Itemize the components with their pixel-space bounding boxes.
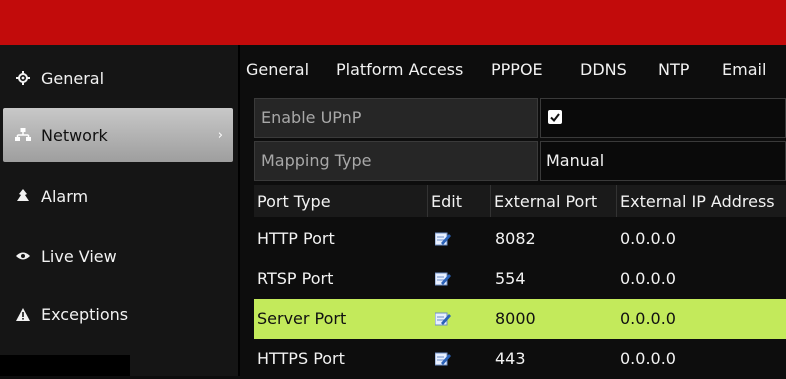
eye-icon: [3, 251, 41, 261]
mapping-type-row: Mapping Type Manual: [254, 141, 786, 181]
edit-icon[interactable]: [434, 311, 451, 326]
port-type-cell: HTTPS Port: [257, 349, 345, 368]
tab-general[interactable]: General: [246, 60, 309, 79]
top-banner: [0, 0, 786, 45]
external-ip-cell: 0.0.0.0: [620, 229, 676, 248]
warning-icon: [3, 307, 41, 321]
col-external-port: External Port: [490, 185, 616, 217]
table-row-selected[interactable]: Server Port 8000 0.0.0.0: [254, 299, 786, 339]
external-port-cell: 8082: [495, 229, 536, 248]
upnp-checkbox[interactable]: [548, 110, 562, 124]
chevron-right-icon: ›: [217, 127, 223, 143]
tab-pppoe[interactable]: PPPOE: [491, 60, 543, 79]
tab-email[interactable]: Email: [722, 60, 766, 79]
col-edit: Edit: [427, 185, 490, 217]
sidebar-item-network[interactable]: Network ›: [3, 108, 233, 162]
external-port-cell: 443: [495, 349, 526, 368]
external-ip-cell: 0.0.0.0: [620, 269, 676, 288]
col-external-ip: External IP Address: [616, 185, 786, 217]
tab-platform-access[interactable]: Platform Access: [336, 60, 463, 79]
sidebar-item-general[interactable]: General: [3, 51, 233, 105]
external-port-cell: 554: [495, 269, 526, 288]
tab-ddns[interactable]: DDNS: [580, 60, 627, 79]
sidebar-item-label: General: [41, 68, 105, 88]
sidebar-footer: [0, 355, 130, 376]
sidebar-item-label: Network: [41, 125, 108, 145]
table-row[interactable]: HTTP Port 8082 0.0.0.0: [254, 219, 786, 259]
external-ip-cell: 0.0.0.0: [620, 349, 676, 368]
sidebar-item-label: Exceptions: [41, 304, 129, 324]
table-header: Port Type Edit External Port External IP…: [254, 185, 786, 217]
upnp-label: Enable UPnP: [254, 98, 538, 138]
upnp-value-cell: [540, 98, 786, 138]
external-ip-cell: 0.0.0.0: [620, 309, 676, 328]
gear-icon: [3, 71, 41, 85]
port-type-cell: HTTP Port: [257, 229, 335, 248]
sidebar-item-label: Alarm: [41, 186, 89, 206]
port-type-cell: Server Port: [257, 309, 347, 328]
sidebar-item-label: Live View: [41, 246, 117, 266]
external-port-cell: 8000: [495, 309, 536, 328]
sidebar-item-live-view[interactable]: Live View: [3, 229, 233, 283]
upnp-row: Enable UPnP: [254, 98, 786, 138]
table-row[interactable]: RTSP Port 554 0.0.0.0: [254, 259, 786, 299]
table-row[interactable]: HTTPS Port 443 0.0.0.0: [254, 339, 786, 379]
alarm-icon: [3, 189, 41, 203]
edit-icon[interactable]: [434, 231, 451, 246]
network-icon: [3, 128, 41, 142]
mapping-type-select[interactable]: Manual: [540, 141, 786, 181]
edit-icon[interactable]: [434, 351, 451, 366]
edit-icon[interactable]: [434, 271, 451, 286]
port-type-cell: RTSP Port: [257, 269, 334, 288]
col-port-type: Port Type: [257, 192, 331, 211]
sidebar-item-alarm[interactable]: Alarm: [3, 169, 233, 223]
tab-ntp[interactable]: NTP: [658, 60, 689, 79]
sidebar-item-exceptions[interactable]: Exceptions: [3, 287, 233, 341]
mapping-type-label: Mapping Type: [254, 141, 538, 181]
